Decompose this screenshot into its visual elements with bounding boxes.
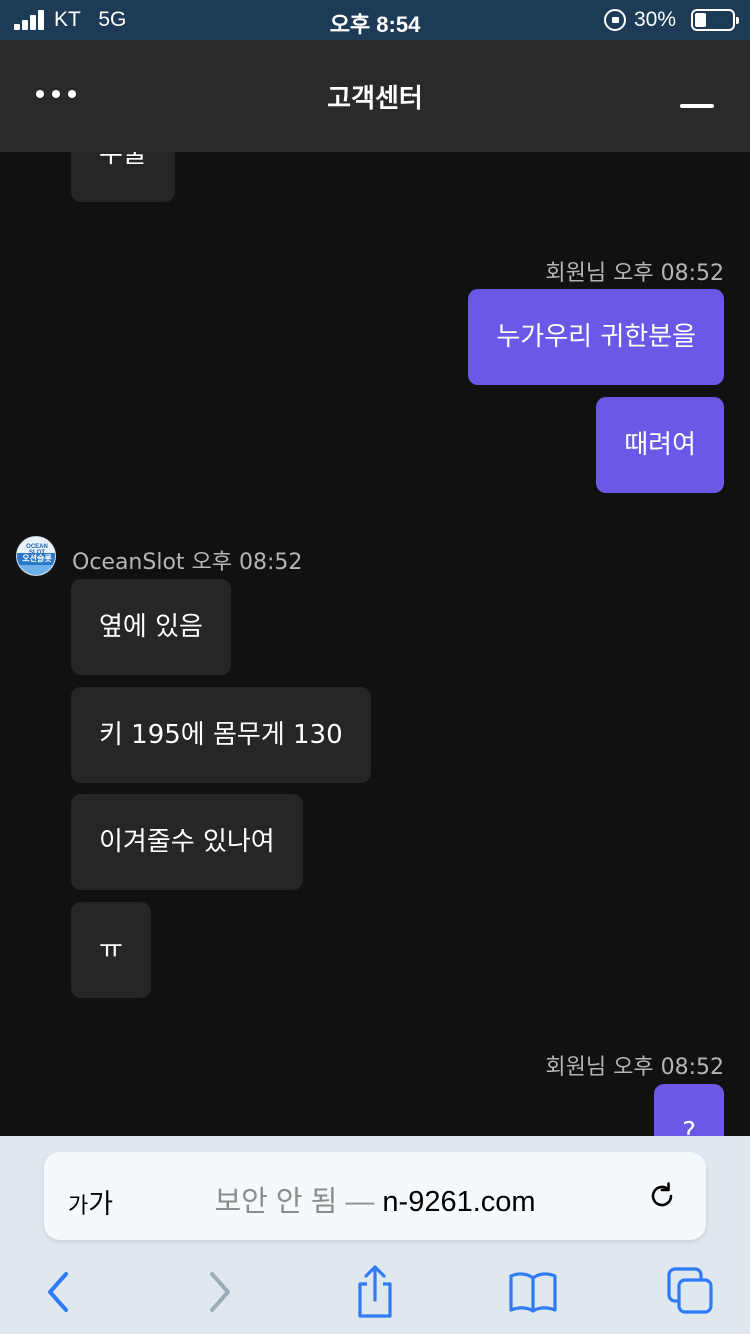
page-title: 고객센터 <box>327 84 423 114</box>
avatar: OCEAN SLOT 오션슬롯 <box>16 536 56 576</box>
back-icon[interactable] <box>44 1270 72 1314</box>
minimize-icon[interactable] <box>680 104 714 108</box>
message-meta: OceanSlot 오후 08:52 <box>72 550 303 575</box>
status-bar: KT 5G 오후 8:54 30% <box>0 0 750 40</box>
bookmarks-icon[interactable] <box>508 1270 558 1314</box>
bot-message: 이겨줄수 있나여 <box>71 794 303 890</box>
user-message: 누가우리 귀한분을 <box>468 289 724 385</box>
domain-text: n-9261.com <box>382 1186 536 1218</box>
message-meta: 회원님 오후 08:52 <box>545 1055 724 1080</box>
rotation-lock-icon <box>604 9 626 31</box>
address-bar[interactable]: 가가 보안 안 됨 — n-9261.com <box>44 1152 706 1240</box>
bot-message: 우울 <box>71 152 175 202</box>
avatar-wave <box>17 565 55 575</box>
avatar-band-text: 오션슬롯 <box>17 553 55 565</box>
reload-icon[interactable] <box>646 1180 678 1212</box>
user-message: 때려여 <box>596 397 724 493</box>
browser-toolbar: 가가 보안 안 됨 — n-9261.com <box>0 1136 750 1334</box>
battery-icon <box>691 9 739 31</box>
battery-fill <box>695 13 706 27</box>
bot-message: ㅠ <box>71 902 151 998</box>
bot-message: 키 195에 몸무게 130 <box>71 687 371 783</box>
share-icon[interactable] <box>354 1264 396 1320</box>
tabs-icon[interactable] <box>666 1266 714 1316</box>
message-meta: 회원님 오후 08:52 <box>545 261 724 286</box>
bot-message: 옆에 있음 <box>71 579 231 675</box>
chat-header: 고객센터 <box>0 40 750 152</box>
insecure-label: 보안 안 됨 — <box>214 1186 375 1218</box>
forward-icon[interactable] <box>206 1270 234 1314</box>
user-message: ? <box>654 1084 724 1136</box>
url-text: 보안 안 됨 — n-9261.com <box>44 1178 706 1220</box>
chat-log[interactable]: 우울 회원님 오후 08:52 누가우리 귀한분을 때려여 OCEAN SLOT… <box>0 152 750 1136</box>
battery-percent: 30% <box>634 8 677 31</box>
